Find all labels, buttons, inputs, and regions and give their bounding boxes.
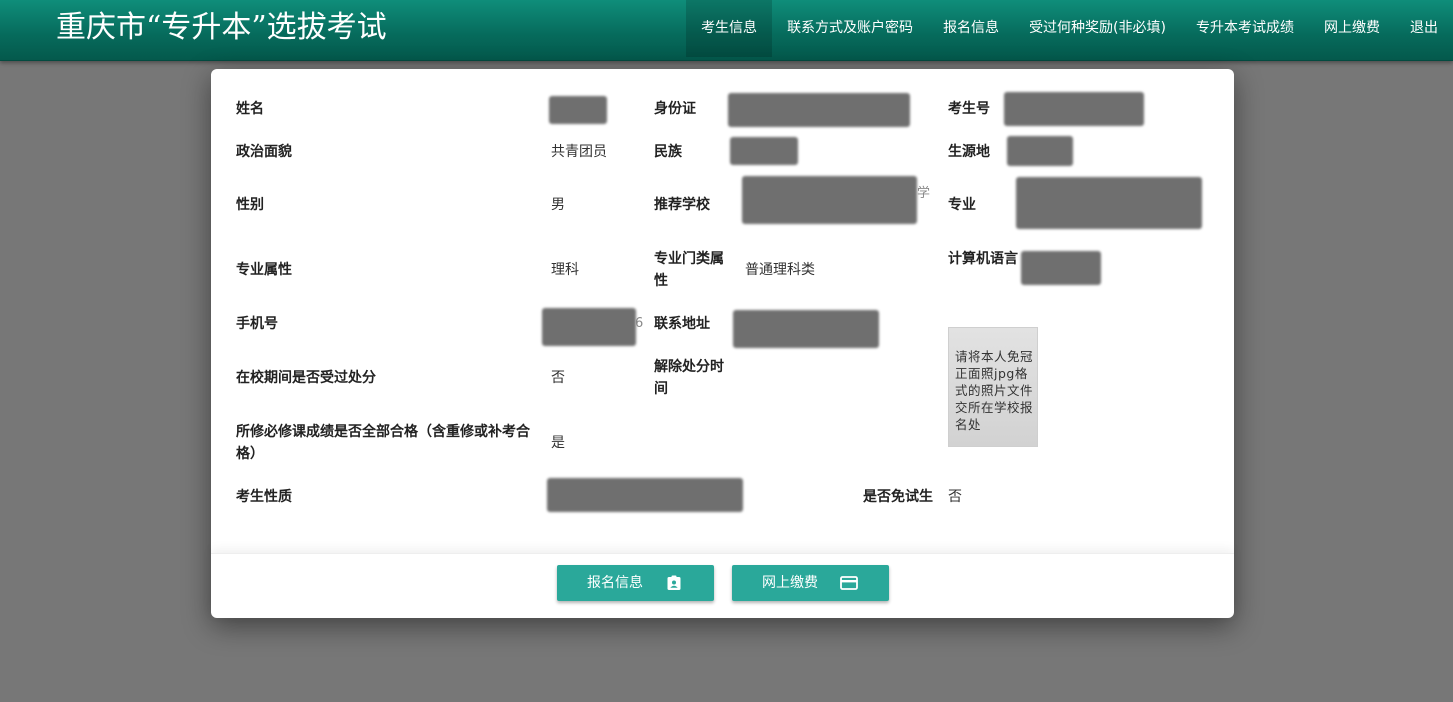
major-category-value: 普通理科类: [745, 262, 815, 278]
exempt-value: 否: [948, 489, 962, 505]
ethnicity-value-redacted: [730, 137, 798, 165]
card-footer: 报名信息 网上缴费: [211, 553, 1234, 619]
school-label: 推荐学校: [654, 197, 710, 213]
id-card-label: 身份证: [654, 101, 696, 117]
candidate-type-label: 考生性质: [236, 489, 292, 505]
main-nav: 考生信息 联系方式及账户密码 报名信息 受过何种奖励(非必填) 专升本考试成绩 …: [686, 0, 1453, 60]
phone-label: 手机号: [236, 316, 278, 332]
major-category-label: 专业门类属性: [654, 251, 724, 289]
address-value-redacted: [733, 310, 879, 348]
id-badge-icon: [667, 575, 681, 590]
nav-candidate-info[interactable]: 考生信息: [686, 0, 773, 57]
nav-signup-info[interactable]: 报名信息: [928, 0, 1014, 57]
computer-language-value-redacted: [1021, 251, 1101, 285]
school-value-redacted: [742, 176, 917, 224]
exam-number-value-redacted: [1004, 92, 1144, 126]
photo-hint: 请将本人免冠正面照jpg格式的照片文件交所在学校报名处: [955, 349, 1034, 432]
computer-language-label: 计算机语言: [948, 251, 1018, 267]
ethnicity-label: 民族: [654, 144, 682, 160]
photo-placeholder: 请将本人免冠正面照jpg格式的照片文件交所在学校报名处: [948, 327, 1038, 447]
top-bar: 重庆市“专升本”选拔考试 考生信息 联系方式及账户密码 报名信息 受过何种奖励(…: [0, 0, 1453, 61]
political-status-value: 共青团员: [551, 144, 607, 160]
required-courses-label: 所修必修课成绩是否全部合格（含重修或补考合格）: [236, 424, 530, 462]
online-payment-button-label: 网上缴费: [762, 575, 818, 591]
nav-online-payment[interactable]: 网上缴费: [1309, 0, 1395, 57]
required-courses-value: 是: [551, 435, 565, 451]
gender-label: 性别: [236, 197, 264, 213]
id-card-value-redacted: [728, 93, 910, 127]
punishment-value: 否: [551, 370, 565, 386]
site-title: 重庆市“专升本”选拔考试: [56, 10, 387, 45]
major-attribute-label: 专业属性: [236, 262, 292, 278]
signup-info-button[interactable]: 报名信息: [557, 565, 714, 601]
origin-value-redacted: [1007, 136, 1073, 166]
political-status-label: 政治面貌: [236, 144, 292, 160]
major-value-redacted: [1016, 177, 1202, 229]
nav-exam-scores[interactable]: 专升本考试成绩: [1181, 0, 1309, 57]
nav-logout[interactable]: 退出: [1395, 0, 1453, 57]
nav-contact-password[interactable]: 联系方式及账户密码: [772, 0, 928, 57]
major-attribute-value: 理科: [551, 262, 579, 278]
credit-card-icon: [840, 576, 858, 590]
signup-info-button-label: 报名信息: [587, 575, 643, 591]
online-payment-button[interactable]: 网上缴费: [732, 565, 889, 601]
punishment-label: 在校期间是否受过处分: [236, 370, 376, 386]
candidate-info-card: 姓名 身份证 考生号 政治面貌 共青团员 民族 生源地 性别 男 推荐学校 学 …: [211, 69, 1234, 618]
name-label: 姓名: [236, 101, 264, 117]
origin-label: 生源地: [948, 144, 990, 160]
release-time-label: 解除处分时间: [654, 359, 724, 397]
phone-value-fragment: 6: [635, 316, 644, 331]
exam-number-label: 考生号: [948, 101, 990, 117]
candidate-type-value-redacted: [547, 478, 743, 512]
nav-awards[interactable]: 受过何种奖励(非必填): [1014, 0, 1181, 57]
phone-value-redacted: [542, 308, 636, 346]
address-label: 联系地址: [654, 316, 710, 332]
gender-value: 男: [551, 197, 565, 213]
exempt-label: 是否免试生: [863, 489, 933, 505]
major-label: 专业: [948, 197, 976, 213]
name-value-redacted: [549, 96, 607, 124]
school-value-fragment: 学: [917, 186, 931, 201]
